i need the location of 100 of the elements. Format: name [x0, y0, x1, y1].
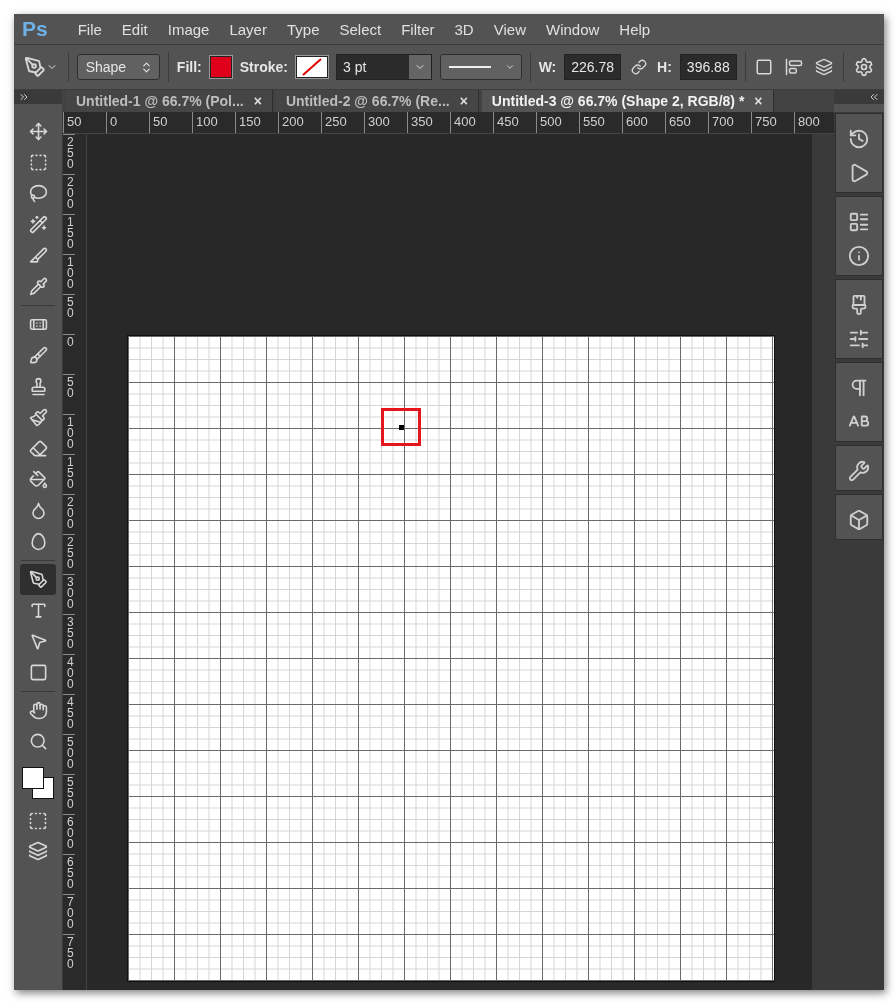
- menu-item[interactable]: Filter: [391, 20, 445, 38]
- brush-icon: [28, 346, 48, 365]
- move-icon: [28, 122, 48, 141]
- ruler-label: 600: [622, 112, 665, 133]
- ruler-label: 350: [407, 112, 450, 133]
- pipette-icon: [28, 277, 48, 296]
- paint-bucket-icon: [28, 470, 48, 489]
- menu-item[interactable]: Type: [276, 20, 330, 38]
- ruler-label: 700: [708, 112, 751, 133]
- close-button[interactable]: ×: [459, 93, 468, 109]
- width-field[interactable]: 226.78: [564, 54, 622, 80]
- type-icon: [28, 601, 48, 620]
- stroke-swatch[interactable]: [295, 56, 328, 78]
- stroke-label: Stroke:: [239, 59, 288, 75]
- ruler-label: 700: [63, 894, 75, 934]
- app-logo: Ps: [22, 17, 48, 41]
- ruler-label: 150: [63, 454, 75, 494]
- caret-icon: [504, 62, 515, 72]
- ruler-label: 200: [63, 494, 75, 534]
- menu-item[interactable]: Image: [157, 20, 220, 38]
- ruler-label: 50: [149, 112, 192, 133]
- sliders-icon: [848, 328, 870, 350]
- close-button[interactable]: ×: [754, 93, 763, 109]
- ruler-label: 100: [63, 414, 75, 454]
- rectangle-icon: [28, 663, 48, 682]
- pen-icon: [28, 570, 48, 589]
- lasso-icon: [28, 184, 48, 203]
- pointer-icon: [28, 632, 48, 651]
- ruler-label: 300: [63, 574, 75, 614]
- stroke-type-select[interactable]: [439, 54, 522, 80]
- ruler-label: 400: [63, 654, 75, 694]
- line-icon: [448, 65, 491, 69]
- wand-icon: [28, 215, 48, 234]
- stamp-icon: [28, 377, 48, 396]
- ruler-label: 550: [579, 112, 622, 133]
- menu-item[interactable]: Layer: [219, 20, 277, 38]
- menu-item[interactable]: 3D: [444, 20, 484, 38]
- menu-item[interactable]: Help: [609, 20, 661, 38]
- paintbrush-icon: [28, 408, 48, 427]
- double-chevron-icon: [18, 91, 30, 103]
- history-icon: [848, 128, 870, 150]
- document-tab[interactable]: Untitled-3 @ 66.7% (Shape 2, RGB/8) * ×: [481, 90, 774, 112]
- ruler-label: 150: [63, 214, 75, 254]
- tool-button[interactable]: [20, 564, 56, 595]
- ruler-label: 50: [63, 374, 75, 414]
- menu-item[interactable]: View: [483, 20, 536, 38]
- ruler-label: 300: [364, 112, 407, 133]
- width-label: W:: [538, 59, 557, 75]
- close-button[interactable]: ×: [253, 93, 262, 109]
- collapse-button[interactable]: [834, 90, 884, 104]
- tab-title: Untitled-2 @ 66.7% (Re...: [285, 93, 450, 109]
- ruler-label: 100: [192, 112, 235, 133]
- eraser-icon: [28, 439, 48, 458]
- tab-title: Untitled-1 @ 66.7% (Pol...: [76, 93, 244, 109]
- pen-icon: [24, 56, 46, 78]
- stroke-width-value: 3 pt: [341, 59, 368, 75]
- ruler-label: 600: [63, 814, 75, 854]
- hand-icon: [28, 701, 48, 720]
- menu-item[interactable]: File: [67, 20, 112, 38]
- ruler-label: 450: [493, 112, 536, 133]
- anchor-point-marker: [381, 408, 421, 446]
- cube-icon: [848, 509, 870, 531]
- expand-button[interactable]: [14, 90, 62, 104]
- ruler-label: 250: [321, 112, 364, 133]
- menu-item[interactable]: Edit: [111, 20, 158, 38]
- ruler-label: 200: [63, 174, 75, 214]
- ruler-label: 350: [63, 614, 75, 654]
- ruler-label: 200: [278, 112, 321, 133]
- fill-label: Fill:: [176, 59, 202, 75]
- ruler-label: 100: [63, 254, 75, 294]
- double-chevron-icon: [868, 91, 880, 103]
- info-icon: [848, 245, 870, 267]
- dropdown-button[interactable]: [408, 55, 431, 79]
- menu-item[interactable]: Select: [329, 20, 392, 38]
- dashed-square-icon: [28, 153, 48, 172]
- height-label: H:: [657, 59, 672, 75]
- wrench-icon: [848, 460, 870, 482]
- ruler-label: 500: [63, 734, 75, 774]
- zoom-icon: [28, 732, 48, 751]
- ruler-label: 250: [63, 534, 75, 574]
- ruler-label: 550: [63, 774, 75, 814]
- ruler-label: 750: [63, 934, 75, 974]
- ruler-label: 450: [63, 694, 75, 734]
- ruler-label: 50: [63, 294, 75, 334]
- fill-swatch[interactable]: [209, 56, 232, 78]
- ruler-label: 650: [63, 854, 75, 894]
- ruler-label: 0: [106, 112, 149, 133]
- ruler-label: 150: [235, 112, 278, 133]
- ruler-label: 250: [63, 134, 75, 174]
- screen-mode-button[interactable]: [26, 839, 50, 863]
- ruler-label: 500: [536, 112, 579, 133]
- ruler-label: 650: [665, 112, 708, 133]
- ruler-label: 750: [751, 112, 794, 133]
- tab-title: Untitled-3 @ 66.7% (Shape 2, RGB/8) *: [491, 93, 745, 109]
- knife-icon: [28, 246, 48, 265]
- properties-icon: [848, 211, 870, 233]
- mode-select[interactable]: Shape: [76, 54, 161, 80]
- ruler-label: 50: [63, 112, 106, 133]
- height-field[interactable]: 396.88: [679, 54, 737, 80]
- menu-item[interactable]: Window: [535, 20, 610, 38]
